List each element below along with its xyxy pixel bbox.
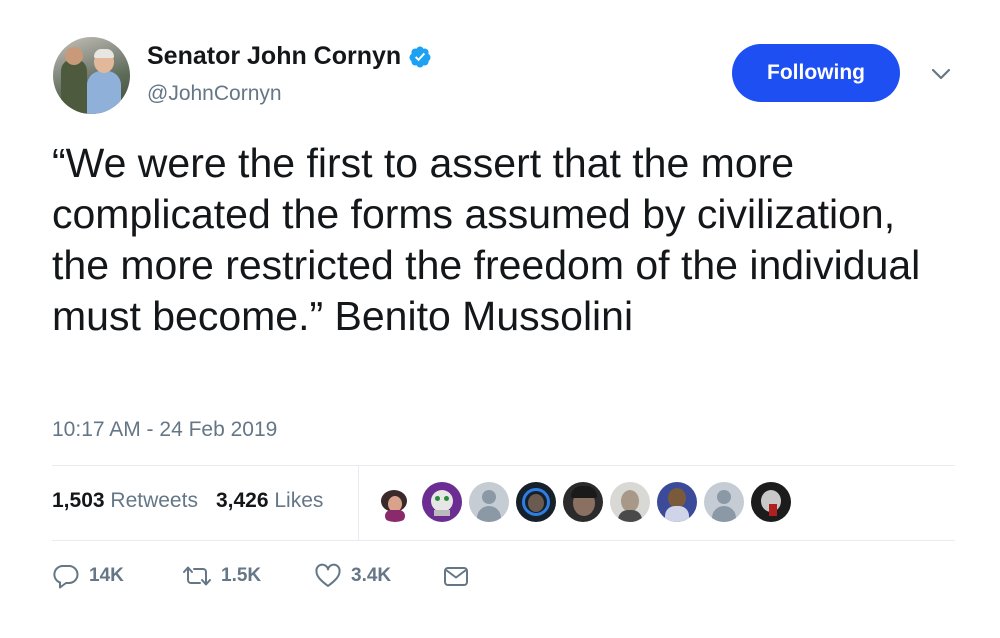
- direct-message-button[interactable]: [442, 564, 470, 588]
- direct-message-icon: [444, 567, 468, 586]
- liker-avatar[interactable]: [657, 482, 697, 522]
- tweet-timestamp[interactable]: 10:17 AM - 24 Feb 2019: [52, 418, 277, 442]
- likes-label: Likes: [274, 489, 324, 512]
- liker-avatar[interactable]: [469, 482, 509, 522]
- divider: [52, 540, 955, 541]
- like-icon: [315, 563, 341, 587]
- reply-count: 14K: [89, 565, 124, 586]
- liker-avatar[interactable]: [422, 482, 462, 522]
- retweet-icon: [183, 566, 211, 586]
- reply-button[interactable]: 14K: [52, 563, 182, 589]
- author-name[interactable]: Senator John Cornyn: [147, 42, 432, 71]
- likes-count: 3,426: [215, 489, 269, 512]
- liker-avatar[interactable]: [516, 482, 556, 522]
- liker-avatar[interactable]: [610, 482, 650, 522]
- liker-avatar[interactable]: [375, 482, 415, 522]
- retweet-button[interactable]: 1.5K: [182, 564, 314, 588]
- verified-badge-icon: [409, 46, 431, 67]
- liker-avatar[interactable]: [563, 482, 603, 522]
- following-button[interactable]: Following: [732, 44, 900, 102]
- engagement-stats: 1,503 Retweets 3,426 Likes: [52, 489, 341, 513]
- retweets-label: Retweets: [110, 489, 198, 512]
- divider: [358, 466, 359, 540]
- tweet-text: “We were the first to assert that the mo…: [52, 140, 932, 339]
- liker-avatar[interactable]: [751, 482, 791, 522]
- retweet-count: 1.5K: [221, 565, 262, 586]
- like-count: 3.4K: [351, 565, 392, 586]
- divider: [52, 465, 955, 466]
- tweet-actions: 14K 1.5K 3.4K: [52, 563, 470, 589]
- author-avatar[interactable]: [53, 37, 130, 114]
- chevron-down-icon[interactable]: [930, 66, 952, 82]
- retweets-stat[interactable]: 1,503 Retweets: [52, 489, 198, 513]
- like-button[interactable]: 3.4K: [314, 563, 442, 589]
- likes-stat[interactable]: 3,426 Likes: [216, 489, 323, 513]
- author-display-name[interactable]: Senator John Cornyn: [147, 42, 401, 71]
- liker-avatars: [375, 482, 798, 522]
- author-handle[interactable]: @JohnCornyn: [147, 82, 282, 106]
- liker-avatar[interactable]: [704, 482, 744, 522]
- retweets-count: 1,503: [52, 489, 105, 512]
- reply-icon: [53, 564, 79, 589]
